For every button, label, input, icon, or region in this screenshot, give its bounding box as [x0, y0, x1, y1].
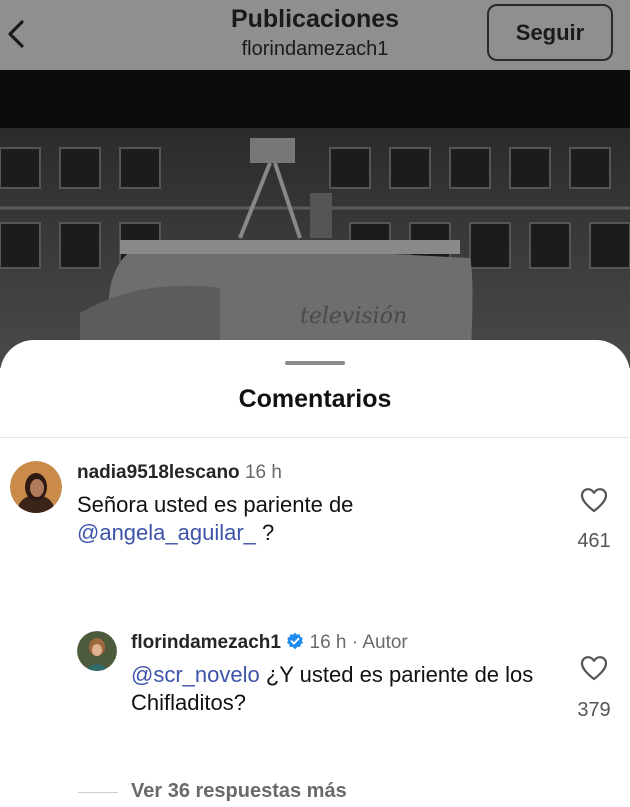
avatar-image [77, 631, 117, 671]
reply-username[interactable]: florindamezach1 [131, 632, 281, 653]
comment-text-end: ? [255, 520, 275, 545]
comment-text: Señora usted es pariente de [77, 492, 354, 517]
follow-button[interactable]: Seguir [487, 4, 613, 61]
svg-text:televisión: televisión [300, 304, 407, 329]
comments-sheet: Comentarios [0, 340, 630, 807]
post-photo-illustration: televisión [0, 128, 630, 368]
reply-mention[interactable]: @scr_novelo [131, 662, 260, 687]
reply-header: florindamezach1 16 h · Autor [131, 632, 408, 654]
heart-icon[interactable] [580, 487, 608, 513]
top-bar: Publicaciones florindamezach1 Seguir [0, 0, 630, 70]
comment-username[interactable]: nadia9518lescano [77, 462, 240, 483]
reply-time: 16 h [309, 632, 347, 653]
heart-icon[interactable] [580, 655, 608, 681]
comment-header: nadia9518lescano 16 h [77, 462, 282, 484]
sheet-drag-handle[interactable] [285, 361, 345, 365]
view-more-replies-button[interactable]: Ver 36 respuestas más [131, 780, 347, 803]
replies-divider-line [78, 792, 118, 793]
comment-time: 16 h [244, 462, 282, 483]
avatar-image [10, 461, 62, 513]
post-media-top [0, 70, 630, 128]
post-image: televisión [0, 128, 630, 368]
author-badge: Autor [362, 632, 408, 653]
verified-badge-icon [287, 632, 304, 650]
like-count: 461 [577, 530, 611, 552]
reply-separator: · [351, 632, 359, 653]
comment-body: Señora usted es pariente de @angela_agui… [77, 491, 497, 547]
reply-body: @scr_novelo ¿Y usted es pariente de los … [131, 661, 551, 717]
divider [0, 437, 630, 438]
comments-title: Comentarios [238, 385, 392, 413]
avatar[interactable] [10, 461, 62, 513]
avatar[interactable] [77, 631, 117, 671]
like-count: 379 [577, 699, 611, 721]
comment-mention[interactable]: @angela_aguilar_ [77, 520, 256, 545]
